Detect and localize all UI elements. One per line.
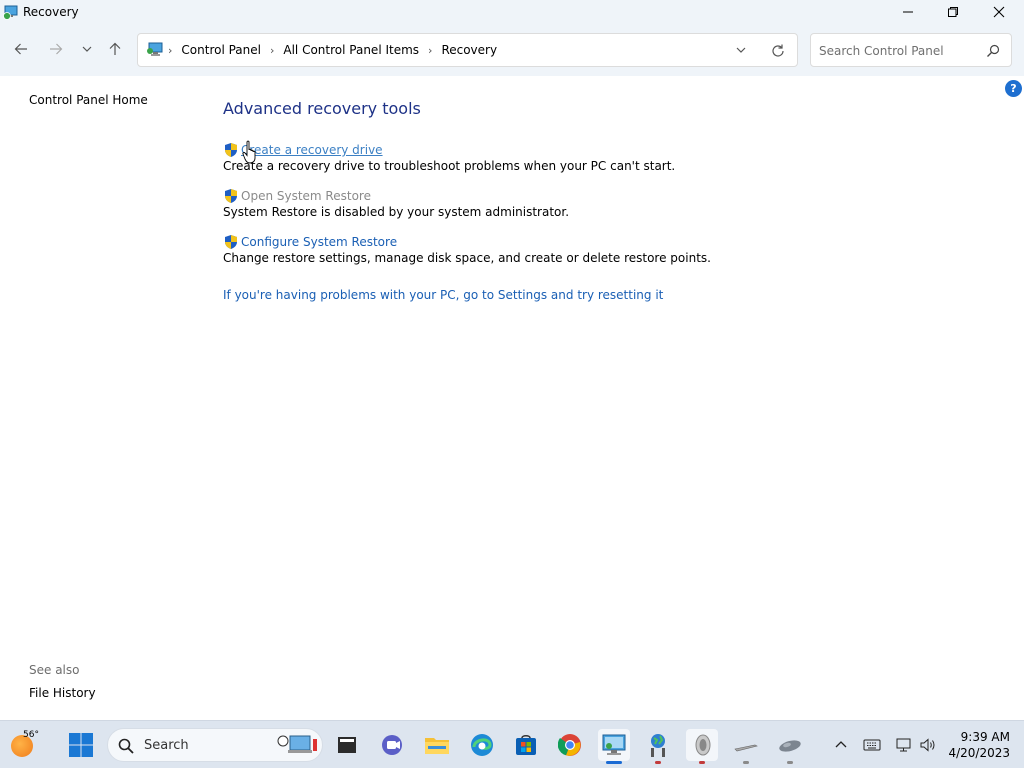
file-history-link[interactable]: File History — [29, 686, 96, 700]
speaker-icon — [695, 734, 711, 756]
help-button[interactable]: ? — [1005, 80, 1022, 97]
folder-icon — [425, 738, 449, 754]
forward-button[interactable] — [45, 38, 67, 60]
chevron-right-icon: › — [168, 43, 173, 57]
close-icon — [993, 6, 1005, 18]
search-icon — [118, 738, 134, 754]
chrome-icon — [558, 734, 581, 756]
configure-system-restore-link[interactable]: Configure System Restore — [241, 235, 397, 249]
address-bar[interactable]: › Control Panel › All Control Panel Item… — [137, 33, 798, 67]
restore-button[interactable] — [930, 0, 976, 24]
chevron-right-icon[interactable]: › — [270, 44, 274, 57]
taskbar-network-app[interactable] — [642, 729, 674, 764]
taskbar-chrome[interactable] — [554, 729, 586, 761]
restore-icon — [948, 7, 958, 17]
breadcrumb-all-items[interactable]: All Control Panel Items — [283, 43, 419, 57]
address-dropdown-icon[interactable] — [734, 43, 748, 57]
task-open-system-restore: Open System Restore System Restore is di… — [223, 188, 569, 220]
window-title: Recovery — [23, 5, 79, 19]
taskbar-meet[interactable] — [377, 729, 409, 761]
arrow-right-icon — [50, 43, 63, 55]
control-panel-home-link[interactable]: Control Panel Home — [29, 93, 148, 107]
breadcrumb: › Control Panel › All Control Panel Item… — [168, 43, 497, 57]
meet-icon — [382, 735, 402, 755]
running-indicator — [787, 761, 793, 764]
arrow-left-icon — [14, 43, 27, 55]
taskbar-search-label: Search — [144, 738, 189, 753]
search-box[interactable] — [810, 33, 1012, 67]
running-indicator — [699, 761, 705, 764]
open-system-restore-link: Open System Restore — [241, 189, 371, 203]
recovery-window: Recovery › Control Panel › All Control P… — [0, 0, 1024, 720]
uac-shield-icon — [225, 143, 237, 157]
search-icon[interactable] — [986, 44, 1000, 58]
uac-shield-icon — [225, 189, 237, 203]
windows-start-icon — [69, 733, 93, 757]
taskbar-pen-app[interactable] — [730, 729, 762, 764]
create-recovery-drive-link[interactable]: Create a recovery drive — [241, 143, 383, 157]
close-button[interactable] — [976, 0, 1022, 24]
clock-date: 4/20/2023 — [948, 746, 1010, 760]
taskbar-mouse-app[interactable] — [774, 729, 806, 764]
keyboard-tray-button[interactable] — [863, 736, 881, 754]
hand-cursor-icon — [242, 140, 256, 164]
title-bar: Recovery — [0, 0, 1024, 24]
navigation-bar: › Control Panel › All Control Panel Item… — [0, 24, 1024, 76]
breadcrumb-recovery[interactable]: Recovery — [441, 43, 497, 57]
running-indicator — [655, 761, 661, 764]
mouse-icon — [779, 740, 801, 752]
open-system-restore-desc: System Restore is disabled by your syste… — [223, 205, 570, 219]
control-panel-icon — [602, 734, 626, 755]
recent-locations-button[interactable] — [76, 38, 98, 60]
taskbar-folder[interactable] — [421, 729, 453, 761]
up-button[interactable] — [104, 38, 126, 60]
weather-temperature: 56° — [23, 730, 39, 740]
volume-tray-button[interactable] — [919, 736, 937, 754]
clock[interactable]: 9:39 AM 4/20/2023 — [948, 729, 1010, 761]
start-button[interactable] — [65, 729, 97, 761]
uac-shield-icon — [225, 235, 237, 249]
arrow-up-icon — [109, 42, 121, 55]
back-button[interactable] — [10, 38, 32, 60]
recovery-app-icon — [3, 5, 18, 20]
taskbar-store[interactable] — [510, 729, 542, 761]
minimize-button[interactable] — [885, 0, 931, 24]
page-title: Advanced recovery tools — [223, 99, 421, 118]
file-explorer-icon — [338, 737, 356, 753]
taskbar: 56° Search 9:39 AM 4/20/2023 — [0, 720, 1024, 768]
chevron-down-icon — [82, 46, 92, 52]
task-configure-system-restore: Configure System Restore Change restore … — [223, 234, 711, 266]
create-recovery-drive-desc: Create a recovery drive to troubleshoot … — [223, 159, 676, 173]
see-also-label: See also — [29, 663, 80, 677]
taskbar-file-explorer[interactable] — [331, 729, 363, 761]
taskbar-search[interactable]: Search — [107, 728, 323, 762]
keyboard-icon — [863, 739, 881, 751]
show-hidden-icons-button[interactable] — [832, 736, 850, 754]
chevron-right-icon[interactable]: › — [428, 44, 432, 57]
store-icon — [516, 735, 536, 755]
weather-widget[interactable]: 56° — [10, 730, 50, 761]
chevron-up-icon — [835, 741, 847, 748]
control-panel-icon — [147, 42, 163, 56]
running-indicator — [743, 761, 749, 764]
minimize-icon — [903, 11, 913, 13]
taskbar-speaker-app[interactable] — [686, 729, 718, 764]
clock-time: 9:39 AM — [960, 730, 1010, 744]
network-globe-icon — [651, 734, 665, 757]
network-icon — [896, 738, 911, 752]
taskbar-edge[interactable] — [466, 729, 498, 761]
taskbar-control-panel[interactable] — [598, 729, 630, 764]
search-highlight-icon — [277, 735, 317, 753]
pen-icon — [734, 744, 758, 752]
active-indicator — [606, 761, 622, 764]
network-tray-button[interactable] — [895, 736, 913, 754]
search-input[interactable] — [819, 42, 979, 60]
refresh-icon[interactable] — [770, 43, 786, 59]
configure-system-restore-desc: Change restore settings, manage disk spa… — [223, 251, 711, 265]
volume-icon — [920, 738, 935, 752]
task-create-recovery-drive: Create a recovery drive Create a recover… — [223, 142, 675, 174]
reset-pc-link[interactable]: If you're having problems with your PC, … — [223, 288, 663, 302]
breadcrumb-control-panel[interactable]: Control Panel — [181, 43, 261, 57]
edge-icon — [471, 734, 493, 756]
